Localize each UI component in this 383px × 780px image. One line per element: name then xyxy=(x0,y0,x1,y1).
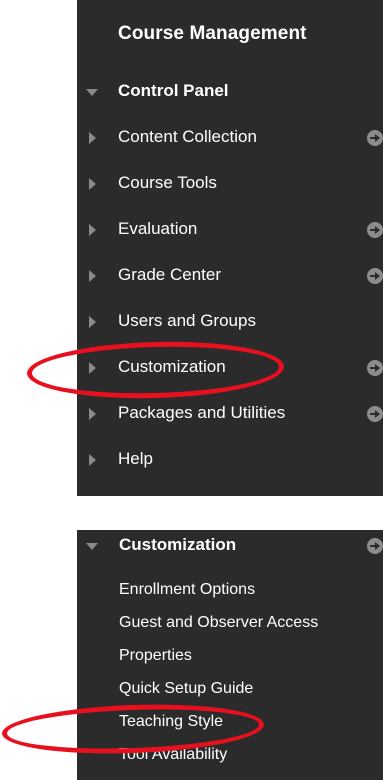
menu-item-label: Customization xyxy=(118,357,226,376)
menu-item-label: Evaluation xyxy=(118,219,198,238)
menu-item-control-panel[interactable]: Control Panel xyxy=(77,72,383,112)
submenu-item-quick-setup-guide[interactable]: Quick Setup Guide xyxy=(77,674,383,706)
menu-item-content-collection[interactable]: Content Collection xyxy=(77,118,383,158)
arrow-right-circle-icon[interactable] xyxy=(367,130,383,146)
menu-item-course-tools[interactable]: Course Tools xyxy=(77,164,383,204)
course-management-heading: Course Management xyxy=(118,23,307,44)
collapsed-triangle-icon xyxy=(89,178,96,190)
arrow-right-circle-icon[interactable] xyxy=(367,222,383,238)
menu-item-evaluation[interactable]: Evaluation xyxy=(77,210,383,250)
submenu-item-teaching-style[interactable]: Teaching Style xyxy=(77,707,383,739)
menu-item-label: Help xyxy=(118,449,153,468)
menu-item-label: Grade Center xyxy=(118,265,221,284)
collapsed-triangle-icon xyxy=(89,454,96,466)
collapsed-triangle-icon xyxy=(89,270,96,282)
menu-item-packages-and-utilities[interactable]: Packages and Utilities xyxy=(77,394,383,434)
control-panel-menu: Course Management Control Panel Content … xyxy=(77,0,383,496)
submenu-item-properties[interactable]: Properties xyxy=(77,641,383,673)
menu-item-users-and-groups[interactable]: Users and Groups xyxy=(77,302,383,342)
menu-item-label: Course Tools xyxy=(118,173,217,192)
collapsed-triangle-icon xyxy=(89,408,96,420)
arrow-right-circle-icon[interactable] xyxy=(367,268,383,284)
submenu-item-guest-and-observer-access[interactable]: Guest and Observer Access xyxy=(77,608,383,640)
submenu-item-tool-availability[interactable]: Tool Availability xyxy=(77,740,383,772)
submenu-item-label: Guest and Observer Access xyxy=(119,614,319,631)
arrow-right-circle-icon[interactable] xyxy=(367,538,383,554)
collapsed-triangle-icon xyxy=(89,316,96,328)
submenu-item-label: Teaching Style xyxy=(119,713,224,730)
customization-submenu: Customization Enrollment Options Guest a… xyxy=(77,530,383,780)
submenu-header-customization[interactable]: Customization xyxy=(77,531,383,563)
menu-item-help[interactable]: Help xyxy=(77,440,383,480)
submenu-item-enrollment-options[interactable]: Enrollment Options xyxy=(77,575,383,607)
collapsed-triangle-icon xyxy=(89,224,96,236)
expanded-triangle-icon xyxy=(86,543,98,550)
collapsed-triangle-icon xyxy=(89,362,96,374)
menu-item-grade-center[interactable]: Grade Center xyxy=(77,256,383,296)
arrow-right-circle-icon[interactable] xyxy=(367,360,383,376)
arrow-right-circle-icon[interactable] xyxy=(367,406,383,422)
collapsed-triangle-icon xyxy=(89,132,96,144)
menu-item-label: Users and Groups xyxy=(118,311,256,330)
menu-item-label: Packages and Utilities xyxy=(118,403,286,422)
submenu-heading: Customization xyxy=(119,535,237,554)
menu-item-label: Control Panel xyxy=(118,81,229,100)
expanded-triangle-icon xyxy=(86,89,98,96)
submenu-item-label: Tool Availability xyxy=(119,746,228,763)
menu-item-customization[interactable]: Customization xyxy=(77,348,383,388)
menu-item-label: Content Collection xyxy=(118,127,257,146)
submenu-item-label: Properties xyxy=(119,647,192,664)
submenu-item-label: Quick Setup Guide xyxy=(119,680,254,697)
submenu-item-label: Enrollment Options xyxy=(119,581,256,598)
